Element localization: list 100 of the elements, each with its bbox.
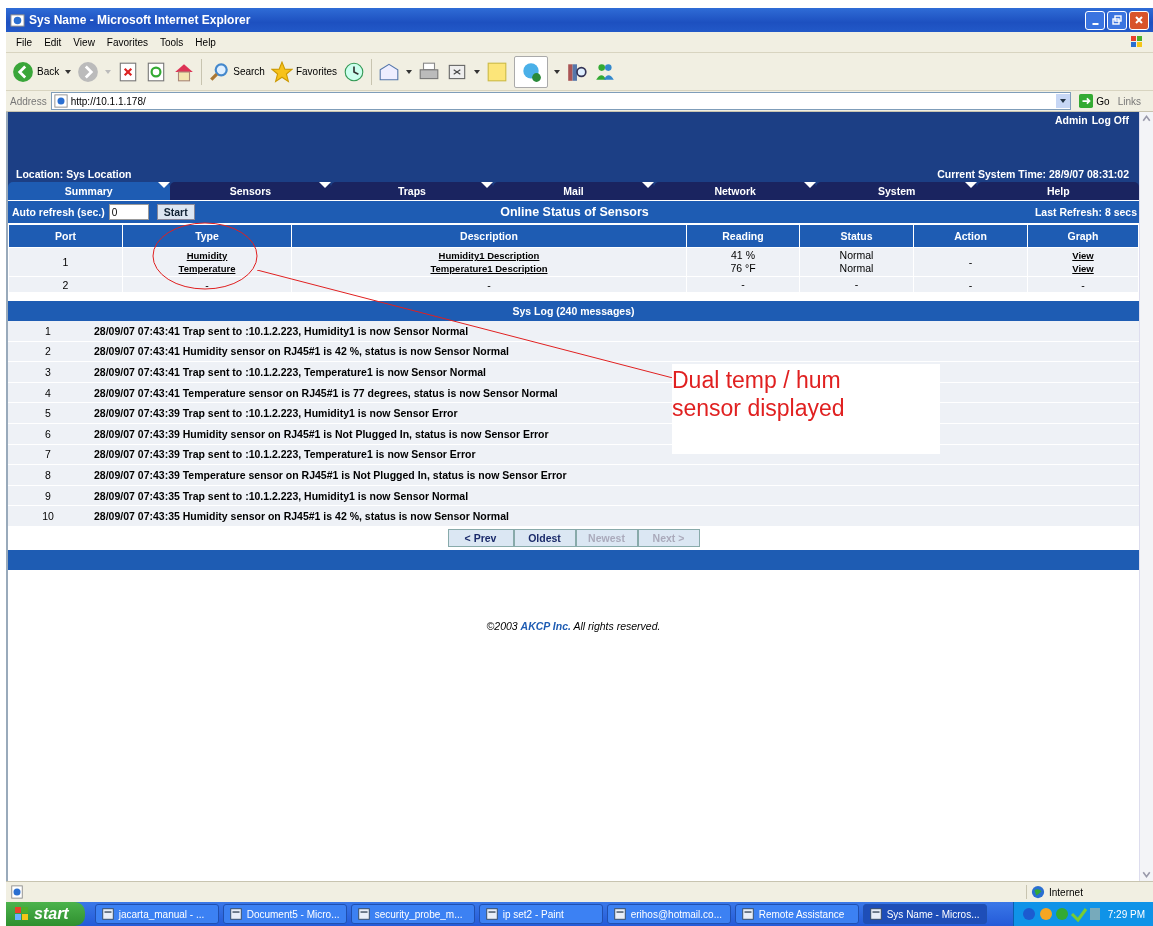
page-icon [10,885,24,899]
window-icon [612,907,627,921]
security-zone: Internet [1026,885,1149,899]
nav-tab[interactable]: Summary [8,182,170,200]
window-icon [740,907,755,921]
taskbar-button[interactable]: Remote Assistance [734,904,859,924]
auto-refresh-label: Auto refresh (sec.) [12,206,105,218]
close-icon [1134,15,1144,25]
column-header: Reading [686,224,800,248]
search-button[interactable]: Search [208,60,265,83]
pagination-button[interactable]: < Prev [447,528,514,547]
triangle-icon [157,182,170,188]
back-button[interactable]: Back [12,60,60,83]
triangle-icon [319,182,332,188]
log-row: 10 28/09/07 07:43:35 Humidity sensor on RJ45#1 is 42 %, status is now Sensor Normal [8,506,1139,527]
column-header: Description [291,224,687,248]
column-header: Port [8,224,123,248]
copyright-text: ©2003 AKCP Inc. All rights reserved. [486,619,661,632]
menu-item[interactable]: Favorites [100,36,154,48]
favorites-button[interactable]: Favorites [270,60,338,83]
taskbar-button[interactable]: Sys Name - Micros... [862,904,987,924]
header-link[interactable]: Log Off [1091,114,1129,126]
nav-tab[interactable]: System [815,182,978,200]
address-field[interactable]: http://10.1.1.178/ [50,92,1072,110]
column-header: Action [913,224,1028,248]
dropdown-icon[interactable] [65,69,72,74]
menu-item[interactable]: Tools [154,36,190,48]
star-icon [270,60,293,83]
menu-item[interactable]: File [10,36,39,48]
dropdown-icon[interactable] [474,69,481,74]
section-header: Sys Log (240 messages) [8,301,1139,321]
sensor-type-link[interactable]: Humidity [186,249,228,262]
table-cell: - [913,247,1028,277]
go-arrow-icon [1079,94,1094,108]
location-text: Location: Sys Location [16,168,132,180]
scrollbar[interactable] [1139,112,1153,881]
log-row: 2 28/09/07 07:43:41 Humidity sensor on RJ45#1 is 42 %, status is now Sensor Normal [8,341,1139,363]
view-link[interactable]: View [1072,262,1094,275]
table-cell: 1 [8,247,123,277]
log-row: 8 28/09/07 07:43:39 Temperature sensor on RJ45#1 is Not Plugged In, status is now Sensor Error [8,465,1139,486]
nav-tab[interactable]: Help [977,182,1140,200]
links-button[interactable]: Links [1117,95,1141,107]
window-icon [100,907,115,921]
sensor-type-link[interactable]: Temperature [178,262,236,275]
go-button[interactable]: Go [1075,94,1114,108]
menu-item[interactable]: Edit [38,36,68,48]
taskbar-button[interactable]: jacarta_manual - ... [94,904,219,924]
messenger-button[interactable] [514,55,549,88]
log-row: 1 28/09/07 07:43:41 Trap sent to :10.1.2.223, Humidity1 is now Sensor Normal [8,321,1139,342]
window-icon [228,907,243,921]
menu-item[interactable]: View [67,36,101,48]
table-cell: - [487,278,491,291]
dropdown-icon[interactable] [554,69,561,74]
globe-icon [1031,885,1045,899]
triangle-icon [965,182,978,188]
table-cell: 76 °F [730,262,756,275]
search-icon [208,60,231,83]
column-header: Status [799,224,914,248]
messenger-icon [520,60,543,83]
table-cell: - [741,278,745,291]
nav-tab[interactable]: Sensors [169,182,332,200]
browser-icon [10,12,25,28]
restore-icon [1112,15,1122,25]
table-cell: - [1081,278,1085,291]
restore-button[interactable] [1107,10,1127,30]
description-link[interactable]: Temperature1 Description [430,262,548,275]
history-icon[interactable] [343,60,366,83]
dropdown-icon[interactable] [1056,94,1071,108]
taskbar-button[interactable]: Document5 - Micro... [222,904,347,924]
nav-tab[interactable]: Traps [331,182,493,200]
windows-flag-icon [1129,34,1145,50]
address-text: http://10.1.1.178/ [70,95,147,107]
taskbar-button[interactable]: security_probe_m... [350,904,475,924]
triangle-icon [803,182,816,188]
window-icon [868,907,883,921]
nav-tab[interactable]: Mail [492,182,655,200]
page-icon [53,94,68,108]
table-cell: - [854,278,859,291]
minimize-button[interactable] [1085,10,1105,30]
dropdown-icon[interactable] [406,69,413,74]
start-button[interactable]: Start [156,204,195,220]
pagination-button[interactable]: Oldest [513,528,576,547]
taskbar-button[interactable]: erihos@hotmail.co... [606,904,731,924]
table-cell: 41 % [731,249,755,262]
windows-flag-icon [14,906,30,922]
system-time: Current System Time: 28/9/07 08:31:02 [937,168,1129,180]
window-icon [356,907,371,921]
menu-item[interactable]: Help [189,36,222,48]
close-button[interactable] [1129,10,1149,30]
window-title: Sys Name - Microsoft Internet Explorer [29,13,252,27]
taskbar-button[interactable]: ip set2 - Paint [478,904,603,924]
log-row: 9 28/09/07 07:43:35 Trap sent to :10.1.2.223, Humidity1 is now Sensor Normal [8,485,1139,507]
view-link[interactable]: View [1072,249,1094,262]
clock: 7:29 PM [1107,908,1145,920]
table-cell: - [205,278,209,291]
auto-refresh-field[interactable]: 0 [108,204,149,220]
header-link[interactable]: Admin [1055,114,1088,126]
description-link[interactable]: Humidity1 Description [438,249,540,262]
nav-tab[interactable]: Network [654,182,816,200]
column-header: Type [122,224,292,248]
